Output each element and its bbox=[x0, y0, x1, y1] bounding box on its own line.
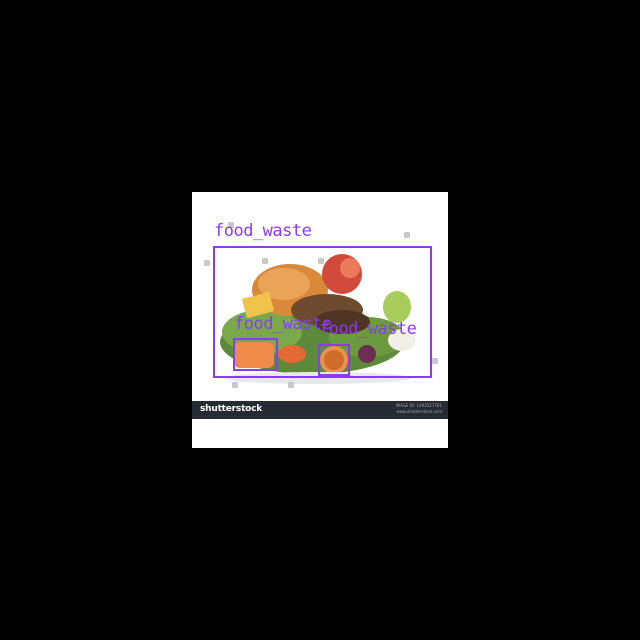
stock-url-line: www.shutterstock.com bbox=[396, 409, 442, 414]
detection-box-small-left bbox=[233, 338, 278, 371]
watermark-square bbox=[288, 382, 294, 388]
detection-label: food_waste bbox=[319, 319, 417, 339]
watermark-square bbox=[232, 382, 238, 388]
detection-label: food_waste bbox=[234, 314, 332, 334]
stock-footer-bar: shutterstock IMAGE ID: 1493527781 www.sh… bbox=[192, 401, 448, 419]
watermark-square bbox=[404, 232, 410, 238]
stock-logo: shutterstock bbox=[200, 404, 263, 414]
detection-label: food_waste bbox=[214, 221, 312, 241]
stock-image-id: IMAGE ID: 1493527781 www.shutterstock.co… bbox=[395, 403, 442, 415]
watermark-square bbox=[204, 260, 210, 266]
detection-box-small-right bbox=[318, 344, 350, 376]
watermark-square bbox=[432, 358, 438, 364]
